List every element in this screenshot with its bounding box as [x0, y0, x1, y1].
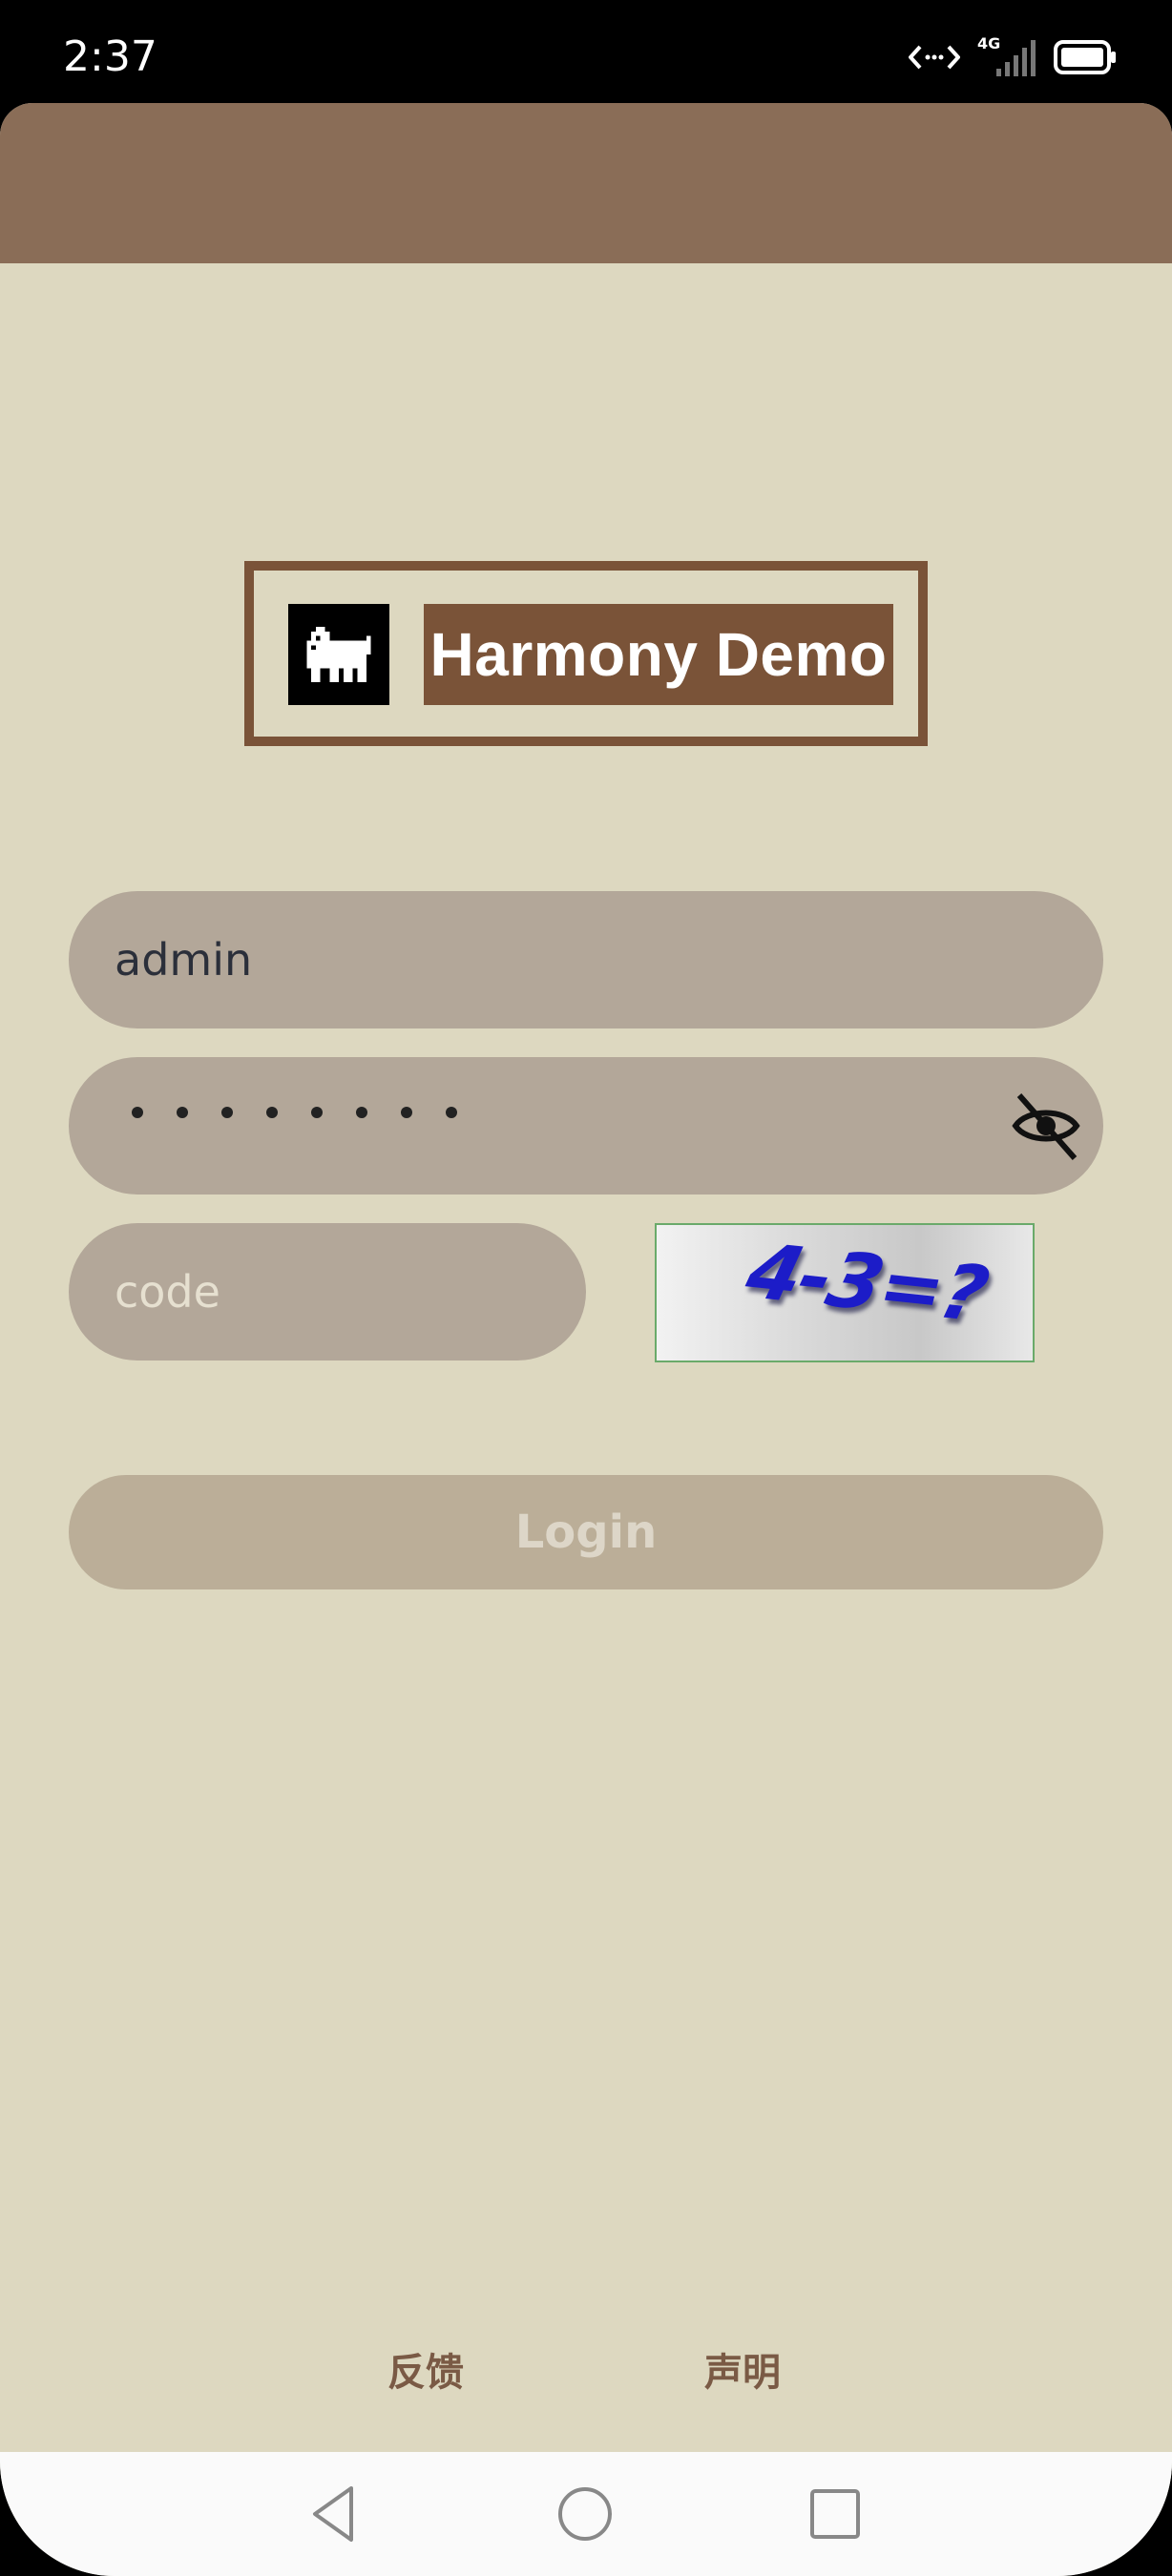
password-dot	[401, 1107, 412, 1118]
app-title: Harmony Demo	[424, 604, 893, 705]
code-input[interactable]	[69, 1223, 586, 1361]
back-icon[interactable]	[302, 2481, 368, 2547]
pixel-dog-icon	[288, 604, 389, 705]
navigation-bar	[0, 2452, 1172, 2576]
status-icons: 4G	[909, 34, 1117, 78]
password-field[interactable]	[69, 1057, 1103, 1195]
status-time: 2:37	[63, 32, 157, 81]
feedback-link[interactable]: 反馈	[387, 2341, 464, 2397]
password-mask	[132, 1107, 457, 1118]
recents-icon[interactable]	[802, 2481, 869, 2547]
captcha-image[interactable]: 4-3=?	[655, 1223, 1035, 1362]
statement-link[interactable]: 声明	[704, 2341, 781, 2397]
password-dot	[446, 1107, 457, 1118]
captcha-text: 4-3=?	[738, 1226, 995, 1340]
home-icon[interactable]	[552, 2481, 618, 2547]
app-screen: Harmony Demo 4-3=? Login 反馈 声明	[0, 103, 1172, 2576]
top-bar	[0, 103, 1172, 263]
password-dot	[311, 1107, 323, 1118]
battery-icon	[1054, 40, 1116, 74]
app-logo-banner: Harmony Demo	[244, 561, 928, 746]
password-dot	[177, 1107, 188, 1118]
eye-off-icon[interactable]	[1010, 1090, 1082, 1162]
password-dot	[266, 1107, 278, 1118]
status-bar: 2:37 4G	[0, 0, 1172, 103]
password-dot	[221, 1107, 233, 1118]
password-dot	[132, 1107, 143, 1118]
data-transfer-icon	[909, 45, 960, 70]
password-dot	[356, 1107, 367, 1118]
login-button[interactable]: Login	[69, 1475, 1103, 1589]
cellular-signal-icon: 4G	[977, 34, 1036, 78]
username-input[interactable]	[69, 891, 1103, 1028]
